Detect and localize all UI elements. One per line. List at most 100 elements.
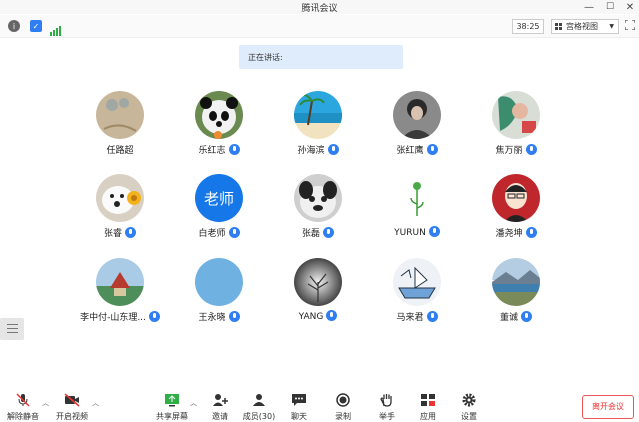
participant-name: 潘尧坤 bbox=[466, 226, 566, 239]
collapse-list-handle[interactable] bbox=[0, 318, 24, 340]
apps-icon bbox=[421, 394, 435, 406]
record-button[interactable]: 录制 bbox=[330, 386, 356, 422]
participant-name: 乐红志 bbox=[169, 143, 269, 156]
camera-off-icon bbox=[64, 393, 80, 407]
avatar bbox=[195, 258, 243, 306]
participant-name-text: 张红鹰 bbox=[396, 146, 424, 156]
unmute-label: 解除静音 bbox=[7, 412, 39, 421]
avatar bbox=[393, 174, 441, 222]
mic-icon bbox=[525, 227, 537, 238]
host-badge bbox=[214, 131, 222, 139]
participant-name-text: 任路超 bbox=[106, 146, 134, 156]
mic-icon bbox=[327, 144, 339, 155]
share-screen-label: 共享屏幕 bbox=[156, 412, 188, 421]
avatar bbox=[492, 91, 540, 139]
mic-icon bbox=[426, 311, 438, 322]
avatar bbox=[96, 91, 144, 139]
participant-tile[interactable]: 马来君 bbox=[367, 258, 467, 336]
participant-tile[interactable]: 张磊 bbox=[268, 174, 368, 252]
record-label: 录制 bbox=[335, 412, 351, 421]
participant-name: 焦万丽 bbox=[466, 143, 566, 156]
participant-name-text: 孙海滨 bbox=[297, 146, 325, 156]
participant-name: YURUN bbox=[367, 226, 467, 238]
chat-icon bbox=[292, 394, 306, 406]
participant-name: 张红鹰 bbox=[367, 143, 467, 156]
start-video-button[interactable]: 开启视频 bbox=[52, 386, 92, 422]
invite-label: 邀请 bbox=[212, 412, 228, 421]
participant-tile[interactable]: 任路超 bbox=[70, 91, 170, 169]
participant-name: 张磊 bbox=[268, 226, 368, 239]
participant-tile[interactable]: 潘尧坤 bbox=[466, 174, 566, 252]
members-button[interactable]: 成员(30) bbox=[242, 386, 276, 422]
avatar: 老师 bbox=[195, 174, 243, 222]
participant-name: 马来君 bbox=[367, 310, 467, 323]
members-label: 成员(30) bbox=[242, 412, 276, 421]
start-video-label: 开启视频 bbox=[56, 412, 88, 421]
avatar bbox=[294, 91, 342, 139]
avatar bbox=[492, 258, 540, 306]
participant-name: 董诚 bbox=[466, 310, 566, 323]
participant-name-text: YANG bbox=[298, 312, 324, 322]
settings-label: 设置 bbox=[461, 412, 477, 421]
participant-name: 孙海滨 bbox=[268, 143, 368, 156]
record-icon bbox=[336, 393, 350, 407]
mic-icon bbox=[125, 227, 136, 238]
avatar bbox=[393, 91, 441, 139]
raise-hand-label: 举手 bbox=[379, 412, 395, 421]
invite-button[interactable]: 邀请 bbox=[206, 386, 234, 422]
avatar bbox=[294, 258, 342, 306]
avatar bbox=[96, 258, 144, 306]
mic-icon bbox=[521, 311, 532, 322]
participant-tile[interactable]: 老师 白老师 bbox=[169, 174, 269, 252]
participant-name: 任路超 bbox=[70, 143, 170, 156]
audio-options-caret[interactable]: ︿ bbox=[42, 398, 49, 408]
video-options-caret[interactable]: ︿ bbox=[92, 398, 99, 408]
mic-icon bbox=[323, 227, 334, 238]
mic-icon bbox=[228, 227, 240, 238]
participant-tile[interactable]: 李中付-山东理... bbox=[70, 258, 170, 336]
participant-tile[interactable]: 孙海滨 bbox=[268, 91, 368, 169]
participant-name: 白老师 bbox=[169, 226, 269, 239]
raise-hand-button[interactable]: 举手 bbox=[374, 386, 400, 422]
participant-tile[interactable]: 乐红志 bbox=[169, 91, 269, 169]
participant-name: 王永晓 bbox=[169, 310, 269, 323]
mic-icon bbox=[326, 310, 338, 321]
avatar-text: 老师 bbox=[203, 189, 234, 208]
mic-icon bbox=[228, 311, 240, 322]
participant-name: YANG bbox=[268, 310, 368, 322]
unmute-button[interactable]: 解除静音 bbox=[4, 386, 42, 422]
participant-tile[interactable]: YANG bbox=[268, 258, 368, 336]
participant-tile[interactable]: 董诚 bbox=[466, 258, 566, 336]
participant-name: 李中付-山东理... bbox=[70, 310, 170, 323]
chat-label: 聊天 bbox=[291, 412, 307, 421]
participant-name-text: 张磊 bbox=[301, 229, 320, 239]
participant-tile[interactable]: 张睿 bbox=[70, 174, 170, 252]
participant-tile[interactable]: 张红鹰 bbox=[367, 91, 467, 169]
participant-grid: 任路超 乐红志 孙海滨 张红鹰 焦万丽 张睿 老师 白老师 张磊 YURUN 潘… bbox=[0, 0, 639, 400]
bottom-toolbar: 解除静音 ︿ 开启视频 ︿ 共享屏幕 ︿ 邀请 成员(30) 聊天 录制 举手 … bbox=[0, 386, 639, 422]
mic-muted-icon bbox=[16, 393, 30, 407]
settings-button[interactable]: 设置 bbox=[456, 386, 482, 422]
share-screen-button[interactable]: 共享屏幕 bbox=[154, 386, 190, 422]
leave-meeting-button[interactable]: 离开会议 bbox=[582, 395, 634, 419]
participant-tile[interactable]: 王永晓 bbox=[169, 258, 269, 336]
participant-name-text: 董诚 bbox=[499, 313, 518, 323]
participant-name-text: 李中付-山东理... bbox=[80, 313, 146, 323]
apps-button[interactable]: 应用 bbox=[415, 386, 441, 422]
share-options-caret[interactable]: ︿ bbox=[190, 398, 197, 408]
gear-icon bbox=[462, 393, 476, 407]
mic-icon bbox=[148, 311, 160, 322]
chat-button[interactable]: 聊天 bbox=[286, 386, 312, 422]
members-icon bbox=[253, 394, 265, 406]
participant-name-text: 张睿 bbox=[103, 229, 122, 239]
participant-name: 张睿 bbox=[70, 226, 170, 239]
avatar bbox=[492, 174, 540, 222]
participant-tile[interactable]: 焦万丽 bbox=[466, 91, 566, 169]
mic-icon bbox=[228, 144, 240, 155]
participant-tile[interactable]: YURUN bbox=[367, 174, 467, 252]
mic-icon bbox=[426, 144, 438, 155]
participant-name-text: 潘尧坤 bbox=[495, 229, 523, 239]
share-screen-icon bbox=[165, 394, 179, 407]
participant-name-text: 焦万丽 bbox=[495, 146, 523, 156]
add-user-icon bbox=[213, 394, 228, 406]
